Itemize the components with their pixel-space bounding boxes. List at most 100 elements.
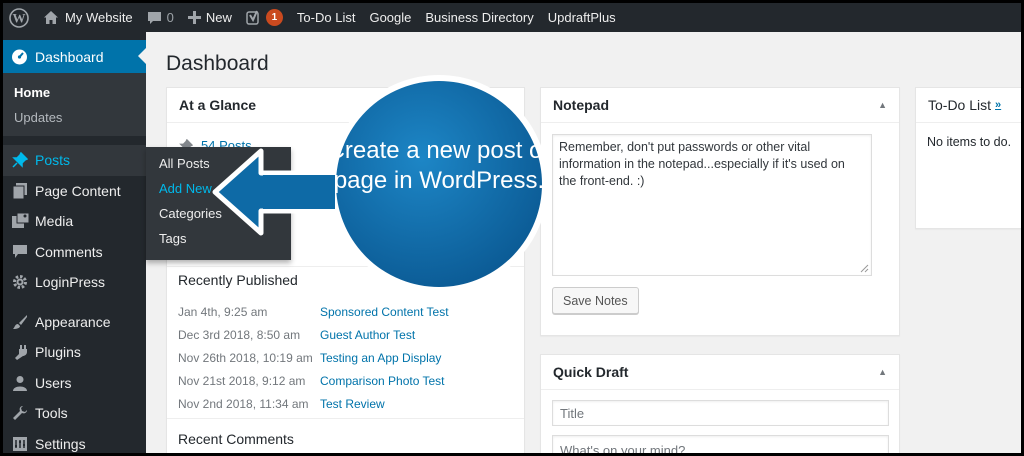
sidebar-item-label: Comments [35,243,103,260]
updates-badge: 1 [265,9,283,26]
post-date: Nov 26th 2018, 10:19 am [178,350,313,365]
wrench-icon [11,405,29,421]
sidebar-item-label: Page Content [35,182,121,199]
todo-empty-text: No items to do. [927,135,1012,149]
adminbar-link-todo[interactable]: To-Do List [290,3,363,32]
sidebar-item-label: Appearance [35,313,111,330]
draft-content-placeholder: What's on your mind? [560,442,686,456]
sidebar-item-appearance[interactable]: Appearance [3,307,146,338]
notepad-textarea[interactable]: Remember, don't put passwords or other v… [552,134,872,276]
sidebar-item-posts[interactable]: Posts [3,145,146,176]
comments-count: 0 [166,10,174,25]
draft-content-input[interactable]: What's on your mind? [552,435,889,456]
sidebar-item-label: Media [35,213,74,230]
dashboard-submenu: Home Updates [3,73,146,136]
post-title-link[interactable]: Test Review [320,397,385,411]
widget-title: At a Glance [179,97,257,113]
sidebar-item-plugins[interactable]: Plugins [3,337,146,368]
sidebar-item-dashboard[interactable]: Dashboard [3,40,146,73]
save-notes-button[interactable]: Save Notes [552,287,639,314]
user-icon [11,375,29,391]
flyout-item-categories[interactable]: Categories [146,201,291,226]
sidebar-item-loginpress[interactable]: LoginPress [3,267,146,298]
new-label: New [205,10,232,25]
draft-title-input[interactable]: Title [552,400,889,426]
sidebar-item-label: Tools [35,405,68,422]
comment-icon [147,11,161,24]
new-content-link[interactable]: New [181,3,239,32]
submenu-item-home[interactable]: Home [3,80,146,105]
callout-text: Create a new post or page in WordPress. [327,137,551,194]
comments-link[interactable]: 0 [140,3,181,32]
media-icon [11,213,29,229]
flyout-item-tags[interactable]: Tags [146,226,291,251]
posts-flyout-menu: All Posts Add New Categories Tags [146,147,291,260]
post-date: Jan 4th, 9:25 am [178,304,268,319]
sidebar-item-label: LoginPress [35,274,106,291]
todo-widget: To-Do List » No items to do. [915,87,1021,229]
brush-icon [11,314,29,330]
adminbar-link-google[interactable]: Google [362,3,418,32]
comment-icon [11,244,29,259]
yoast-icon [246,10,259,25]
flyout-item-add-new[interactable]: Add New [146,176,291,201]
gear-icon [11,274,29,290]
sidebar-item-users[interactable]: Users [3,368,146,399]
admin-bar: W My Website 0 New 1 To-Do List Google B… [3,3,1021,32]
post-title-link[interactable]: Testing an App Display [320,351,441,365]
widget-header[interactable]: To-Do List » [916,88,1021,123]
admin-sidebar: Dashboard Home Updates Posts Page Conten… [3,32,146,454]
recent-comments-heading: Recent Comments [178,431,294,447]
post-title-link[interactable]: Sponsored Content Test [320,305,449,319]
todo-more-link[interactable]: » [995,99,1001,111]
widget-header[interactable]: At a Glance [167,88,524,123]
pin-icon [11,152,29,169]
list-item: Jan 4th, 9:25 am Sponsored Content Test [178,300,518,323]
wordpress-logo[interactable]: W [3,3,36,32]
list-item: Nov 2nd 2018, 11:34 am Test Review [178,393,518,416]
list-item: Nov 26th 2018, 10:19 am Testing an App Di… [178,346,518,369]
collapse-arrow-icon[interactable]: ▲ [878,367,887,377]
widget-title: Quick Draft [553,364,629,380]
sidebar-item-media[interactable]: Media [3,206,146,237]
settings-icon [11,436,29,452]
resize-grip-icon[interactable] [860,264,869,273]
sidebar-item-label: Plugins [35,344,81,361]
yoast-menu[interactable]: 1 [239,3,290,32]
flyout-item-all-posts[interactable]: All Posts [146,151,291,176]
quick-draft-widget: Quick Draft ▲ Title What's on your mind? [540,354,900,456]
list-item: Nov 21st 2018, 9:12 am Comparison Photo T… [178,370,518,393]
collapse-arrow-icon[interactable]: ▲ [878,100,887,110]
pages-icon [11,182,29,199]
sidebar-item-label: Settings [35,435,86,452]
sidebar-item-page-content[interactable]: Page Content [3,176,146,207]
sidebar-item-label: Users [35,374,72,391]
sidebar-item-tools[interactable]: Tools [3,398,146,429]
post-title-link[interactable]: Guest Author Test [320,328,415,342]
submenu-item-updates[interactable]: Updates [3,105,146,130]
notepad-widget: Notepad ▲ Remember, don't put passwords … [540,87,900,336]
post-date: Nov 21st 2018, 9:12 am [178,374,306,389]
home-icon [44,11,58,24]
plug-icon [11,344,29,361]
adminbar-link-updraftplus[interactable]: UpdraftPlus [541,3,623,32]
site-name-link[interactable]: My Website [36,3,140,32]
sidebar-item-settings[interactable]: Settings [3,429,146,454]
post-title-link[interactable]: Comparison Photo Test [320,374,445,388]
list-item: Dec 3rd 2018, 8:50 am Guest Author Test [178,323,518,346]
widget-header[interactable]: Notepad ▲ [541,88,899,123]
sidebar-item-label: Posts [35,152,71,169]
notepad-text: Remember, don't put passwords or other v… [559,140,845,188]
adminbar-link-business-directory[interactable]: Business Directory [418,3,540,32]
page-title: Dashboard [166,52,269,75]
widget-title: Notepad [553,97,609,113]
widget-title: To-Do List [928,97,992,113]
post-date: Nov 2nd 2018, 11:34 am [178,397,309,412]
screenshot-frame: W My Website 0 New 1 To-Do List Google B… [0,0,1024,456]
widget-header[interactable]: Quick Draft ▲ [541,355,899,390]
svg-text:W: W [13,10,26,25]
recently-published-heading: Recently Published [178,272,298,288]
wordpress-icon: W [9,7,29,28]
sidebar-item-comments[interactable]: Comments [3,237,146,268]
dashboard-icon [11,48,29,65]
